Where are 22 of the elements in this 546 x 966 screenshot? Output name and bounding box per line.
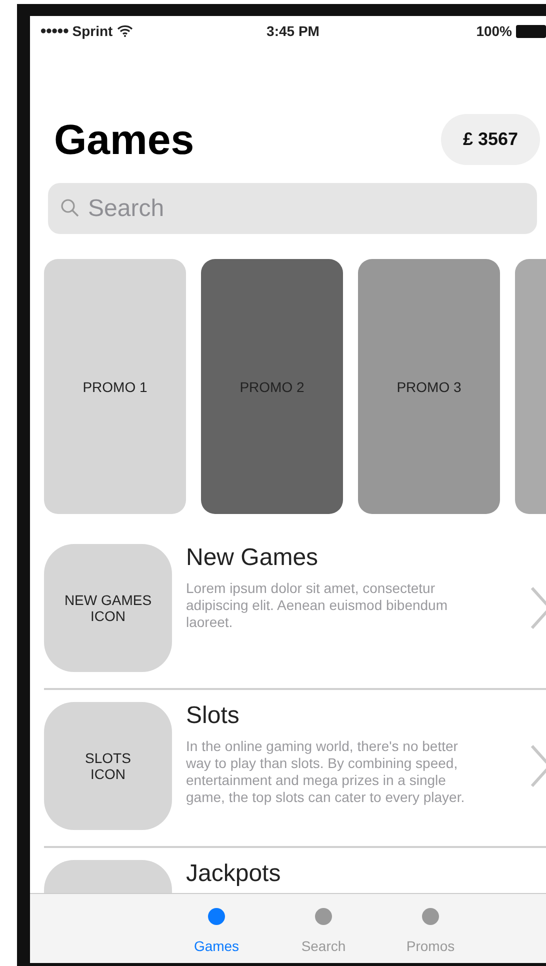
balance-pill[interactable]: £ 3567 <box>440 114 540 165</box>
category-icon-tile[interactable]: SLOTS ICON <box>44 702 172 830</box>
dot-icon <box>315 908 332 925</box>
wifi-icon <box>116 25 133 37</box>
tab-bar-item[interactable]: Games <box>163 894 270 963</box>
category-title: Jackpots <box>186 860 282 888</box>
clock-time: 3:45 PM <box>266 23 320 39</box>
category-title: New Games <box>186 544 320 572</box>
search-icon <box>60 198 80 218</box>
category-description: In the online gaming world, there's no better way to play than slots. By combining speed, entertainment and mega prizes in a single game, the top slots can cater to every player. <box>186 738 466 806</box>
category-title: Slots <box>186 702 240 730</box>
carrier-name: Sprint <box>72 23 113 39</box>
category-description: Lorem ipsum dolor sit amet, consectetur adipiscing elit. Aenean euismod bibendum laoreet. <box>186 580 449 631</box>
page-title: Games <box>54 116 194 164</box>
battery-percent: 100% <box>476 23 512 39</box>
promo-card[interactable]: PROMO 3 <box>358 259 500 514</box>
dot-icon <box>208 908 225 925</box>
dot-icon <box>422 908 439 925</box>
search-field[interactable]: Search <box>48 183 537 234</box>
category-icon-tile[interactable]: NEW GAMES ICON <box>44 544 172 672</box>
signal-strength: ●●●●● <box>40 25 68 37</box>
promo-card[interactable]: PROMO 1 <box>44 259 186 514</box>
